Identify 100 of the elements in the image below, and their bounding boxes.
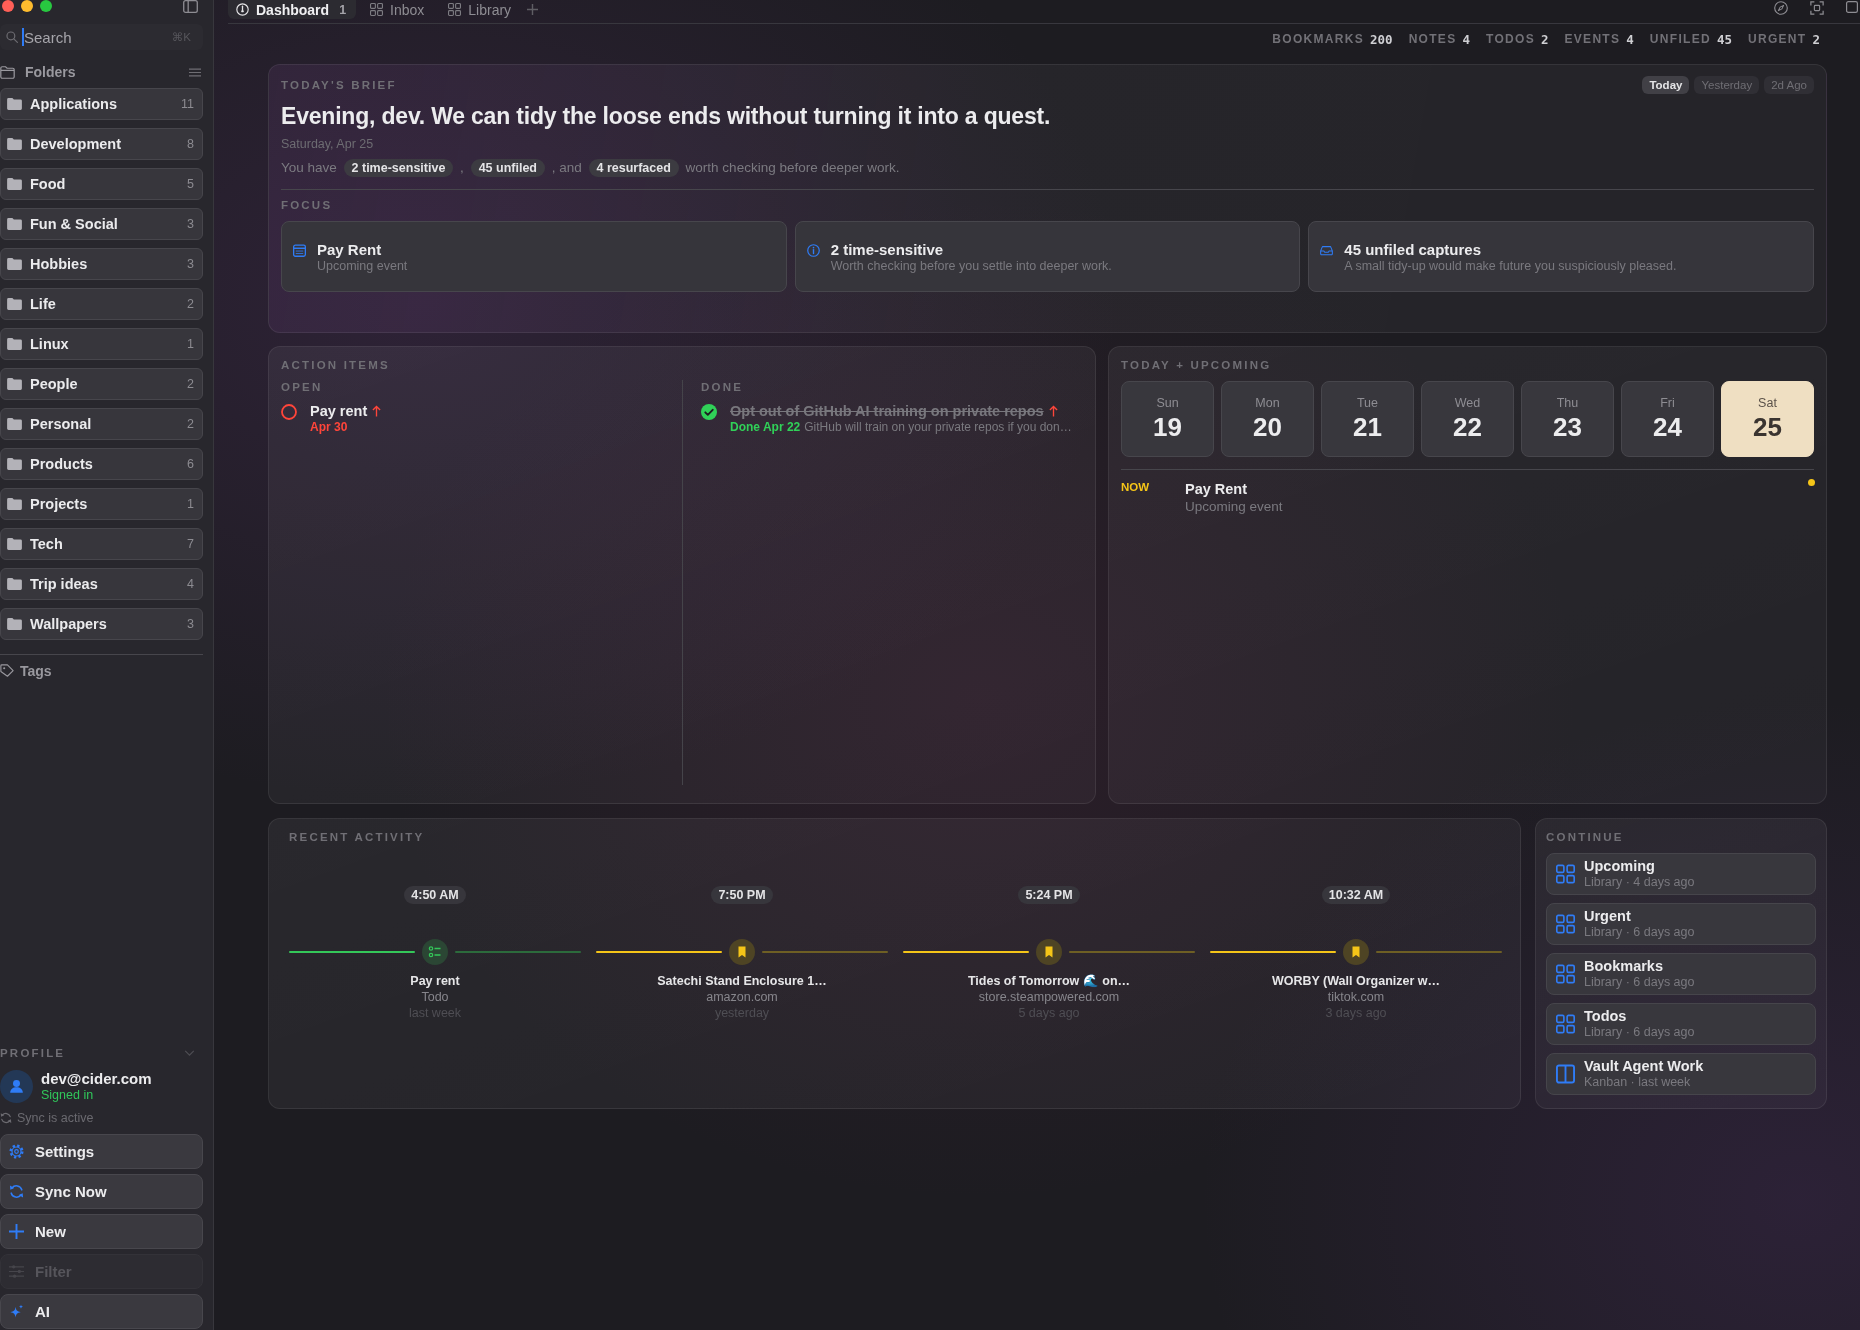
stat-label: URGENT (1748, 32, 1807, 46)
tag-icon (0, 664, 14, 678)
checklist-icon[interactable] (422, 939, 448, 965)
menu-icon[interactable] (189, 67, 201, 77)
folder-item[interactable]: Wallpapers 3 (0, 608, 203, 640)
summary-link[interactable]: 4 resurfaced (588, 159, 679, 177)
time-label: 7:50 PM (711, 886, 773, 904)
summary-link[interactable]: 2 time-sensitive (343, 159, 454, 177)
folder-count: 5 (187, 177, 194, 191)
compass-icon[interactable] (1774, 1, 1788, 15)
day-tile[interactable]: Sun 19 (1121, 381, 1214, 457)
day-tile[interactable]: Thu 23 (1521, 381, 1614, 457)
folder-item[interactable]: Linux 1 (0, 328, 203, 360)
folder-item[interactable]: Trip ideas 4 (0, 568, 203, 600)
activity-title[interactable]: Pay rent (410, 973, 460, 989)
avatar-icon (0, 1070, 33, 1103)
scan-icon[interactable] (1810, 1, 1824, 15)
day-tile[interactable]: Mon 20 (1221, 381, 1314, 457)
weekday-label: Fri (1660, 396, 1675, 410)
grid-icon (1556, 1014, 1575, 1034)
plus-icon[interactable] (527, 4, 539, 15)
folder-count: 6 (187, 457, 194, 471)
continue-item[interactable]: Upcoming Library · 4 days ago (1546, 853, 1816, 895)
folder-item[interactable]: Products 6 (0, 448, 203, 480)
focus-card[interactable]: Pay Rent Upcoming event (281, 221, 787, 292)
focus-title: 2 time-sensitive (830, 241, 945, 259)
section-heading: ACTION ITEMS (281, 358, 391, 372)
focus-subtitle: Worth checking before you settle into deeper work. (830, 259, 1112, 274)
section-heading: TODAY'S BRIEF (281, 78, 397, 92)
focus-title: Pay Rent (317, 241, 383, 259)
tags-link[interactable]: Tags (0, 663, 52, 679)
day-number: 23 (1553, 412, 1582, 442)
section-heading: TODAY + UPCOMING (1121, 358, 1273, 372)
day-tile[interactable]: Wed 22 (1421, 381, 1514, 457)
day-number: 24 (1653, 412, 1682, 442)
settings-button[interactable]: Settings (0, 1134, 203, 1169)
bookmark-icon[interactable] (729, 939, 755, 965)
folder-item[interactable]: Tech 7 (0, 528, 203, 560)
todo-details: Apr 30 (310, 420, 349, 435)
folder-item[interactable]: Food 5 (0, 168, 203, 200)
continue-title: Bookmarks (1584, 958, 1663, 975)
checkbox[interactable] (281, 404, 297, 420)
focus-card[interactable]: 2 time-sensitive Worth checking before you settle into deeper work. (794, 221, 1301, 292)
sync-status: Sync is active (17, 1111, 94, 1125)
new-button[interactable]: New (0, 1214, 203, 1249)
activity-title[interactable]: Tides of Tomorrow 🌊 on… (967, 973, 1131, 989)
grid-icon (1556, 914, 1575, 934)
gauge-icon (236, 3, 249, 16)
continue-item[interactable]: Bookmarks Library · 6 days ago (1546, 953, 1816, 995)
section-heading: Folders (25, 64, 77, 80)
tab[interactable]: Library (440, 0, 522, 19)
minimize-icon[interactable] (21, 0, 33, 12)
day-number: 25 (1753, 412, 1782, 442)
activity-source: amazon.com (706, 989, 778, 1005)
bookmark-icon[interactable] (1343, 939, 1369, 965)
square-icon[interactable] (1846, 1, 1858, 13)
folder-item[interactable]: Applications 11 (0, 88, 203, 120)
focus-card[interactable]: 45 unfiled captures A small tidy-up would make future you suspiciously pleased. (1308, 221, 1814, 292)
gear-icon (9, 1144, 24, 1159)
stat-value: 4 (1626, 31, 1634, 47)
column-heading: OPEN (281, 380, 324, 394)
continue-item[interactable]: Todos Library · 6 days ago (1546, 1003, 1816, 1045)
folder-count: 3 (187, 257, 194, 271)
folder-item[interactable]: Hobbies 3 (0, 248, 203, 280)
bookmark-icon[interactable] (1036, 939, 1062, 965)
tab[interactable]: Dashboard 1 (228, 0, 357, 19)
day-tile[interactable]: Fri 24 (1621, 381, 1714, 457)
summary-link[interactable]: 45 unfiled (470, 159, 545, 177)
folder-icon (7, 538, 22, 550)
continue-item[interactable]: Urgent Library · 6 days ago (1546, 903, 1816, 945)
stat-label: UNFILED (1649, 32, 1711, 46)
tab[interactable]: Inbox (362, 0, 435, 19)
continue-item[interactable]: Vault Agent Work Kanban · last week (1546, 1053, 1816, 1095)
brief-title: Evening, dev. We can tidy the loose ends without turning it into a quest. (281, 102, 1052, 130)
event-title: Pay Rent (1185, 480, 1248, 498)
focus-subtitle: A small tidy-up would make future you suspiciously pleased. (1344, 259, 1677, 274)
activity-title[interactable]: Satechi Stand Enclosure 1… (657, 973, 827, 989)
folder-item[interactable]: Life 2 (0, 288, 203, 320)
folder-count: 2 (187, 297, 194, 311)
time-label: 5:24 PM (1018, 886, 1080, 904)
search-icon (6, 31, 18, 43)
checkbox[interactable] (701, 404, 717, 420)
stat-label: EVENTS (1564, 32, 1621, 46)
sync-icon (9, 1184, 24, 1199)
sidebar-toggle-icon[interactable] (183, 0, 198, 13)
activity-title[interactable]: WORBY (Wall Organizer w… (1271, 973, 1441, 989)
folder-item[interactable]: Development 8 (0, 128, 203, 160)
folder-item[interactable]: People 2 (0, 368, 203, 400)
range-tab[interactable]: Today (1642, 76, 1690, 94)
folder-count: 7 (187, 537, 194, 551)
sync-button[interactable]: Sync Now (0, 1174, 203, 1209)
zoom-icon[interactable] (40, 0, 52, 12)
folder-item[interactable]: Fun & Social 3 (0, 208, 203, 240)
folder-item[interactable]: Personal 2 (0, 408, 203, 440)
ai-button[interactable]: AI (0, 1294, 203, 1329)
day-tile[interactable]: Tue 21 (1321, 381, 1414, 457)
close-icon[interactable] (2, 0, 14, 12)
day-tile[interactable]: Sat 25 (1721, 381, 1814, 457)
folder-icon (7, 498, 22, 510)
folder-item[interactable]: Projects 1 (0, 488, 203, 520)
